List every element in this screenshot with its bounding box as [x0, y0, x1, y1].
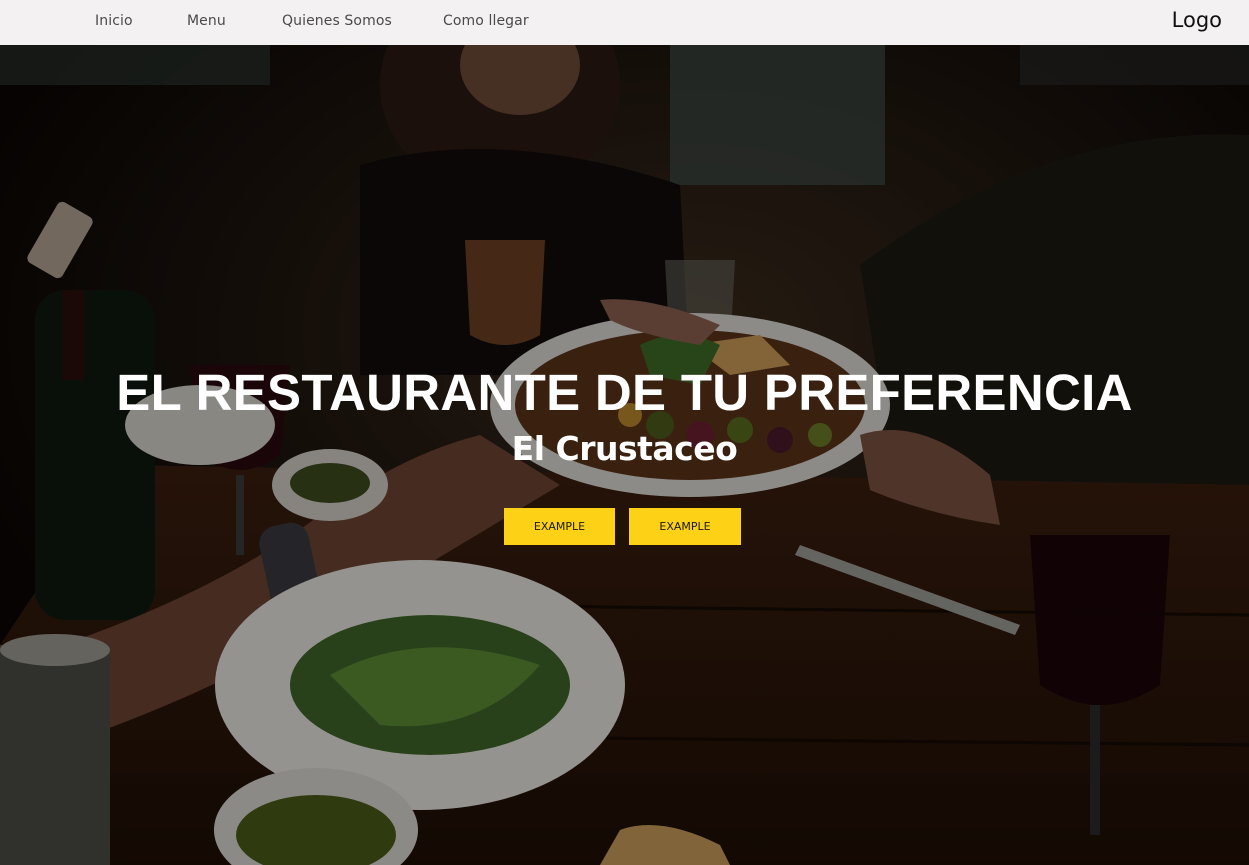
nav-link-quienes-somos[interactable]: Quienes Somos — [282, 13, 392, 29]
hero-subtitle: El Crustaceo — [511, 429, 738, 468]
hero-content: EL RESTAURANTE DE TU PREFERENCIA El Crus… — [0, 45, 1249, 865]
example-button-2[interactable]: EXAMPLE — [629, 508, 741, 545]
hero-section: EL RESTAURANTE DE TU PREFERENCIA El Crus… — [0, 45, 1249, 865]
example-button-1[interactable]: EXAMPLE — [504, 508, 615, 545]
top-navbar: Inicio Menu Quienes Somos Como llegar Lo… — [0, 0, 1249, 45]
site-logo[interactable]: Logo — [1172, 8, 1222, 32]
nav-link-como-llegar[interactable]: Como llegar — [443, 13, 529, 29]
hero-title: EL RESTAURANTE DE TU PREFERENCIA — [116, 364, 1133, 421]
nav-link-menu[interactable]: Menu — [187, 13, 226, 29]
nav-link-inicio[interactable]: Inicio — [95, 13, 133, 29]
